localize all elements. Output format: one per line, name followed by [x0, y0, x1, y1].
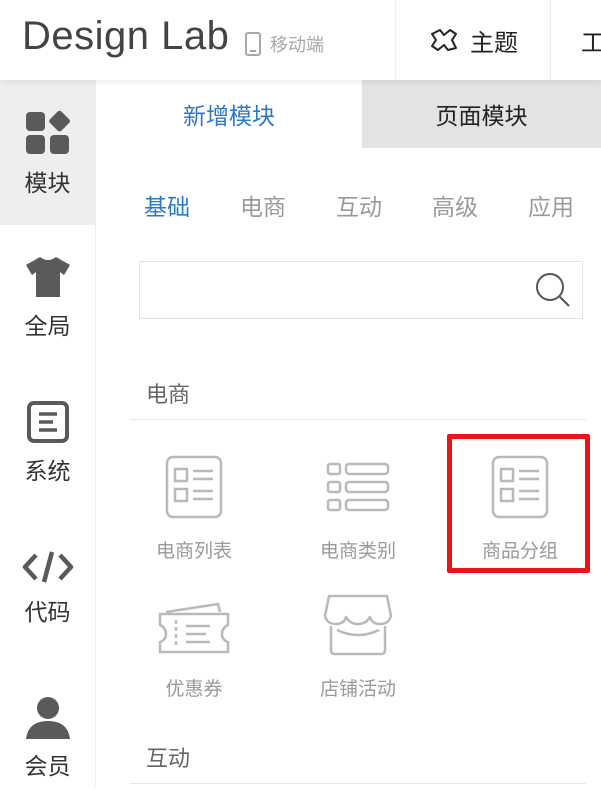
- module-search: [139, 261, 583, 320]
- tab-page-module[interactable]: 页面模块: [362, 80, 601, 148]
- sidebar-item-label: 会员: [24, 753, 71, 780]
- mobile-icon: [245, 32, 261, 56]
- tools-label: 工: [581, 28, 601, 57]
- module-ecommerce-category[interactable]: 电商类别: [288, 448, 428, 578]
- sidebar-item-global[interactable]: 全局: [0, 225, 95, 370]
- theme-button[interactable]: 主题: [395, 0, 551, 80]
- highlight-box: [447, 434, 590, 573]
- section-title-interactive: 互动: [146, 747, 191, 772]
- top-header: Design Lab 移动端 主题 工: [0, 0, 601, 80]
- mobile-mode-label: 移动端: [270, 35, 324, 56]
- section-divider: [130, 783, 586, 784]
- sidebar-item-label: 全局: [24, 313, 71, 340]
- brand-logo: Design Lab: [22, 14, 230, 58]
- sidebar-item-label: 代码: [24, 599, 71, 626]
- module-coupon[interactable]: 优惠券: [124, 586, 264, 716]
- theme-icon: [431, 29, 457, 51]
- tools-button[interactable]: 工: [549, 0, 601, 80]
- module-store-activity[interactable]: 店铺活动: [288, 586, 428, 716]
- sidebar-item-modules[interactable]: 模块: [0, 80, 95, 225]
- category-basic[interactable]: 基础: [144, 188, 240, 222]
- module-panel: 新增模块 页面模块 基础 电商 互动 高级 应用 电商 电商列表 电商类别 商品…: [96, 80, 601, 786]
- modules-icon: [25, 110, 70, 154]
- sidebar-item-code[interactable]: 代码: [0, 515, 95, 660]
- module-label: 优惠券: [165, 678, 223, 700]
- left-sidebar: 模块 全局 系统 代码 会员: [0, 80, 96, 786]
- module-label: 电商类别: [319, 540, 396, 562]
- category-tabs: 基础 电商 互动 高级 应用: [144, 188, 601, 222]
- section-title-ecommerce: 电商: [146, 383, 191, 408]
- category-list-icon: [326, 462, 390, 512]
- module-label: 电商列表: [155, 540, 232, 562]
- sidebar-item-system[interactable]: 系统: [0, 370, 95, 515]
- category-apps[interactable]: 应用: [528, 188, 601, 222]
- category-interactive[interactable]: 互动: [336, 188, 432, 222]
- mobile-mode-toggle[interactable]: 移动端: [244, 31, 324, 57]
- search-input[interactable]: [140, 262, 534, 320]
- coupon-icon: [158, 602, 230, 654]
- sidebar-item-label: 系统: [24, 458, 71, 485]
- sidebar-item-label: 模块: [24, 170, 71, 197]
- section-divider: [130, 419, 586, 420]
- module-ecommerce-list[interactable]: 电商列表: [124, 448, 264, 578]
- system-icon: [26, 400, 69, 443]
- sidebar-item-members[interactable]: 会员: [0, 665, 95, 810]
- list-card-icon: [165, 455, 223, 519]
- category-advanced[interactable]: 高级: [432, 188, 528, 222]
- tshirt-icon: [25, 256, 70, 297]
- theme-label: 主题: [470, 28, 518, 57]
- panel-tabs: 新增模块 页面模块: [96, 80, 601, 148]
- code-icon: [22, 550, 73, 583]
- search-icon[interactable]: [534, 271, 572, 309]
- tab-add-module[interactable]: 新增模块: [96, 80, 362, 148]
- store-awning-icon: [323, 594, 393, 656]
- category-ecommerce[interactable]: 电商: [240, 188, 336, 222]
- user-icon: [25, 696, 70, 739]
- module-label: 店铺活动: [319, 678, 396, 700]
